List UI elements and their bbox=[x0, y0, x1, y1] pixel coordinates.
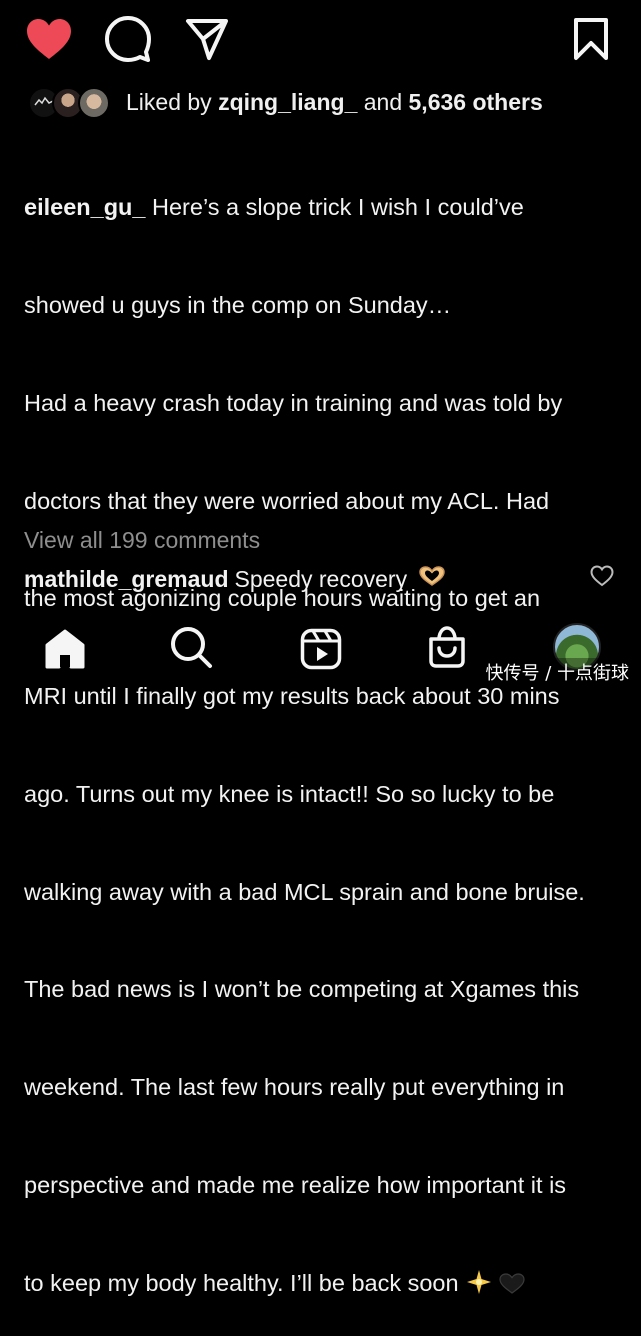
sparkle-emoji-icon bbox=[465, 1269, 493, 1304]
nav-search-button[interactable] bbox=[166, 622, 216, 672]
view-all-comments-link[interactable]: View all 199 comments bbox=[24, 527, 260, 554]
black-heart-emoji-icon bbox=[498, 1271, 525, 1304]
comment-button[interactable] bbox=[102, 13, 154, 65]
caption-line: The bad news is I won’t be competing at … bbox=[24, 976, 580, 1003]
caption-username[interactable]: eileen_gu_ bbox=[24, 194, 145, 220]
share-icon bbox=[186, 19, 228, 60]
save-button[interactable] bbox=[565, 13, 617, 65]
shop-icon bbox=[429, 626, 465, 668]
liker-username[interactable]: zqing_liang_ bbox=[218, 89, 357, 115]
caption-text: to keep my body healthy. I’ll be back so… bbox=[24, 1269, 459, 1296]
heart-hands-emoji-icon bbox=[417, 565, 447, 593]
nav-reels-button[interactable] bbox=[296, 624, 346, 674]
likes-text: Liked by zqing_liang_ and 5,636 others bbox=[126, 89, 543, 116]
nav-home-button[interactable] bbox=[40, 624, 90, 674]
caption-line: doctors that they were worried about my … bbox=[24, 487, 550, 514]
caption-line: Had a heavy crash today in training and … bbox=[24, 389, 563, 416]
comment-text: Speedy recovery bbox=[234, 565, 408, 592]
caption-line: weekend. The last few hours really put e… bbox=[24, 1074, 565, 1101]
comment-username[interactable]: mathilde_gremaud bbox=[24, 566, 229, 593]
home-icon bbox=[45, 629, 85, 669]
caption-line: showed u guys in the comp on Sunday… bbox=[24, 291, 452, 318]
nav-shop-button[interactable] bbox=[422, 622, 472, 672]
caption-line: ago. Turns out my knee is intact!! So so… bbox=[24, 780, 555, 807]
likes-others-count[interactable]: 5,636 others bbox=[409, 89, 543, 115]
likes-summary[interactable]: Liked by zqing_liang_ and 5,636 others bbox=[28, 82, 618, 122]
avatar bbox=[78, 87, 110, 119]
reels-icon bbox=[300, 628, 342, 670]
liker-avatars bbox=[28, 85, 116, 119]
caption-line: to keep my body healthy. I’ll be back so… bbox=[24, 1267, 624, 1304]
post-caption: eileen_gu_ Here’s a slope trick I wish I… bbox=[24, 126, 624, 1336]
caption-line: perspective and made me realize how impo… bbox=[24, 1172, 567, 1198]
watermark: 快传号 / 十点街球 bbox=[481, 658, 633, 686]
likes-prefix: Liked by bbox=[126, 88, 219, 115]
search-icon bbox=[171, 627, 212, 668]
caption-line: eileen_gu_ Here’s a slope trick I wish I… bbox=[24, 191, 624, 224]
bookmark-icon bbox=[574, 18, 608, 60]
heart-filled-icon bbox=[27, 19, 71, 59]
comment-like-button[interactable] bbox=[586, 560, 618, 592]
share-button[interactable] bbox=[181, 13, 233, 65]
heart-outline-icon bbox=[590, 565, 614, 587]
post-action-bar bbox=[0, 0, 641, 80]
caption-text: Here’s a slope trick I wish I could’ve bbox=[145, 194, 524, 221]
comment-row: mathilde_gremaud Speedy recovery bbox=[24, 563, 624, 595]
caption-line: walking away with a bad MCL sprain and b… bbox=[24, 878, 585, 905]
likes-middle: and bbox=[357, 88, 409, 115]
like-button[interactable] bbox=[23, 13, 75, 65]
comment-icon bbox=[105, 16, 151, 62]
